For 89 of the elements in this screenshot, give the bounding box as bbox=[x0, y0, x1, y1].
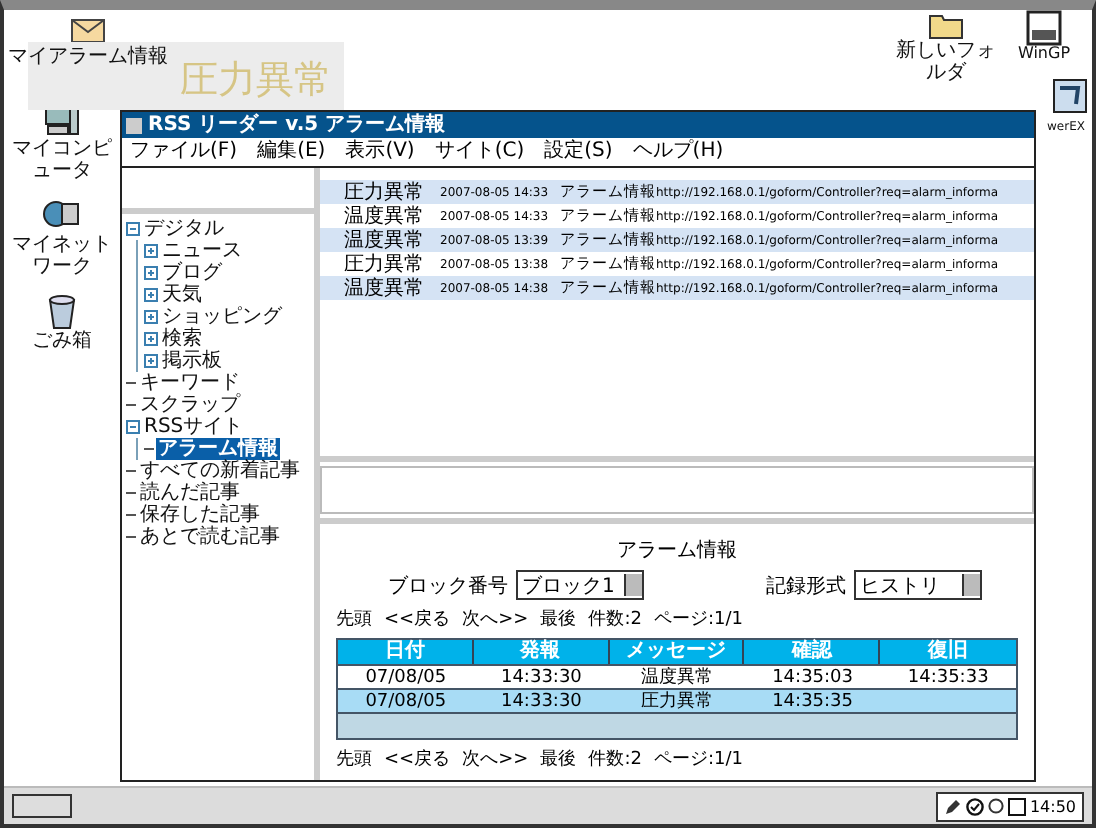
tree-item[interactable]: キーワード bbox=[138, 372, 242, 394]
tree-item[interactable]: 掲示板 bbox=[160, 350, 224, 372]
trash-icon bbox=[46, 294, 78, 330]
desktop-icon-label[interactable]: マイアラーム情報 bbox=[8, 46, 168, 68]
table-cell: 14:33:30 bbox=[473, 688, 610, 714]
branch-line-icon bbox=[126, 512, 136, 518]
format-select[interactable]: ヒストリ bbox=[854, 570, 982, 600]
expand-icon[interactable] bbox=[144, 354, 158, 368]
expand-icon[interactable] bbox=[144, 310, 158, 324]
column-header: 確認 bbox=[744, 640, 881, 664]
tree-item[interactable]: すべての新着記事 bbox=[138, 460, 302, 482]
feed-title: 温度異常 bbox=[344, 227, 426, 253]
collapse-icon[interactable] bbox=[126, 222, 140, 236]
clock: 14:50 bbox=[1029, 797, 1076, 815]
app-icon bbox=[1026, 10, 1062, 46]
envelope-icon bbox=[70, 14, 106, 46]
table-cell: 圧力異常 bbox=[609, 688, 745, 714]
tree-item[interactable]: RSSサイト bbox=[142, 416, 246, 438]
tree-item[interactable]: 検索 bbox=[160, 328, 204, 350]
branch-line-icon bbox=[126, 402, 136, 408]
tree-item[interactable]: あとで読む記事 bbox=[138, 526, 282, 548]
feed-title: 圧力異常 bbox=[344, 179, 426, 205]
field-label: ブロック番号 bbox=[388, 573, 508, 599]
pen-icon[interactable] bbox=[943, 797, 962, 815]
table-cell: 07/08/05 bbox=[338, 688, 474, 714]
pager-link[interactable]: 次へ>> bbox=[462, 746, 529, 772]
expand-icon[interactable] bbox=[144, 332, 158, 346]
menu-item[interactable]: 編集(E) bbox=[257, 140, 326, 164]
window-icon bbox=[126, 117, 142, 133]
menu-item[interactable]: ヘルプ(H) bbox=[632, 140, 724, 164]
pager-link[interactable]: 件数:2 bbox=[588, 606, 642, 632]
collapse-icon[interactable] bbox=[126, 420, 140, 434]
branch-line-icon bbox=[126, 380, 136, 386]
tree-item[interactable]: ブログ bbox=[160, 262, 224, 284]
pager-link[interactable]: ページ:1/1 bbox=[653, 606, 743, 632]
pager-link[interactable]: 次へ>> bbox=[462, 606, 529, 632]
pager-link[interactable]: 先頭 bbox=[336, 746, 372, 772]
tree-item[interactable]: ニュース bbox=[160, 240, 244, 262]
column-header: メッセージ bbox=[609, 640, 745, 664]
branch-line-icon bbox=[144, 446, 154, 452]
window-title: RSS リーダー v.5 アラーム情報 bbox=[148, 112, 446, 138]
tree-item[interactable]: アラーム情報 bbox=[156, 438, 280, 460]
pager-link[interactable]: ページ:1/1 bbox=[653, 746, 743, 772]
pager-link[interactable]: 最後 bbox=[540, 746, 577, 772]
folder-icon bbox=[928, 10, 964, 40]
tree-item[interactable]: 保存した記事 bbox=[138, 504, 262, 526]
branch-line-icon bbox=[126, 468, 136, 474]
expand-icon[interactable] bbox=[144, 288, 158, 302]
feed-title: 温度異常 bbox=[344, 275, 426, 302]
tool-icon bbox=[1052, 78, 1088, 114]
menu-item[interactable]: 設定(S) bbox=[544, 140, 613, 164]
tree-item[interactable]: デジタル bbox=[142, 218, 226, 240]
table-cell: 07/08/05 bbox=[338, 664, 474, 690]
panel-title: アラーム情報 bbox=[617, 537, 737, 564]
feed-title: 温度異常 bbox=[344, 203, 426, 229]
start-button[interactable] bbox=[12, 794, 72, 818]
menu-item[interactable]: 表示(V) bbox=[345, 140, 415, 164]
pager-link[interactable]: <<戻る bbox=[384, 606, 451, 632]
desktop-icon-label[interactable]: マイネットワーク bbox=[8, 234, 116, 278]
tree-item[interactable]: ショッピング bbox=[160, 306, 284, 328]
block-select[interactable]: ブロック1 bbox=[516, 570, 644, 600]
table-cell: 14:35:35 bbox=[744, 688, 881, 714]
tree-item[interactable]: 天気 bbox=[160, 284, 204, 306]
menu-item[interactable]: サイト(C) bbox=[434, 140, 525, 164]
square-icon[interactable] bbox=[1007, 797, 1026, 815]
column-header: 発報 bbox=[473, 640, 610, 664]
branch-line-icon bbox=[126, 534, 136, 540]
feed-title: 圧力異常 bbox=[344, 251, 426, 277]
check-circle-icon[interactable] bbox=[965, 797, 984, 815]
pager-link[interactable]: 件数:2 bbox=[588, 746, 642, 772]
expand-icon[interactable] bbox=[144, 266, 158, 280]
circle-icon[interactable] bbox=[987, 798, 1004, 814]
pager-link[interactable]: 最後 bbox=[540, 606, 577, 632]
desktop-icon-label[interactable]: マイコンピュータ bbox=[8, 138, 116, 182]
desktop-icon-label[interactable]: ごみ箱 bbox=[8, 330, 116, 352]
tree-item[interactable]: 読んだ記事 bbox=[138, 482, 242, 504]
table-cell: 温度異常 bbox=[609, 664, 745, 690]
menu-item[interactable]: ファイル(F) bbox=[130, 140, 238, 164]
alarm-message: 圧力異常 bbox=[180, 56, 332, 106]
column-header: 復旧 bbox=[880, 640, 1016, 664]
desktop-icon-label[interactable]: 新しいフォルダ bbox=[896, 40, 996, 84]
pager-link[interactable]: 先頭 bbox=[336, 606, 372, 632]
pager-link[interactable]: <<戻る bbox=[384, 746, 451, 772]
desktop-icon-label[interactable]: WinGP bbox=[1004, 46, 1084, 64]
column-header: 日付 bbox=[338, 640, 474, 664]
tree-item[interactable]: スクラップ bbox=[138, 394, 242, 416]
expand-icon[interactable] bbox=[144, 244, 158, 258]
branch-line-icon bbox=[126, 490, 136, 496]
field-label: 記録形式 bbox=[766, 573, 846, 599]
